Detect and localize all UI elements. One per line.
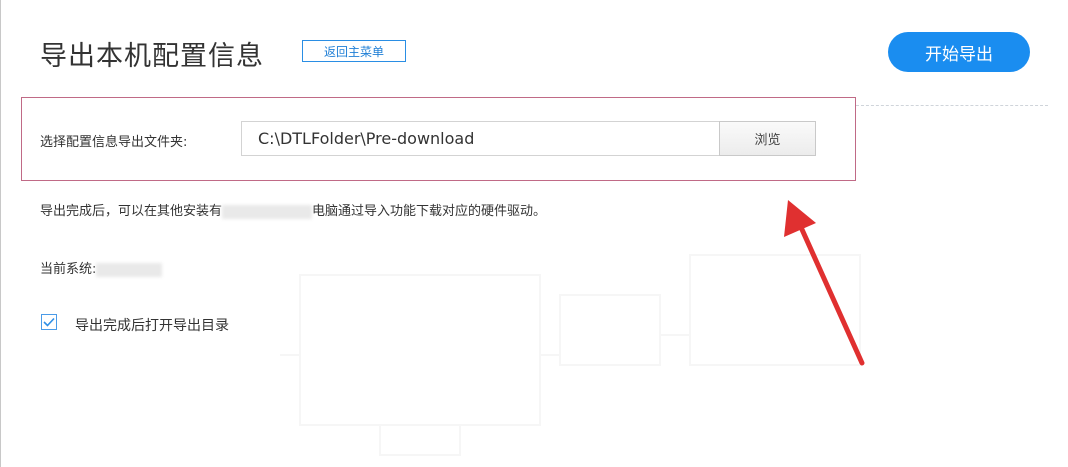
red-arrow-icon xyxy=(784,200,865,366)
current-system-line: 当前系统: xyxy=(40,258,163,277)
export-folder-path-input[interactable] xyxy=(241,121,720,156)
export-info-text-start: 导出完成后，可以在其他安装有 xyxy=(40,204,223,219)
export-info-text: 导出完成后，可以在其他安装有 电脑通过导入功能下载对应的硬件驱动。 xyxy=(40,200,546,219)
window-left-border xyxy=(0,0,1,467)
open-folder-checkbox[interactable] xyxy=(41,314,57,330)
section-divider xyxy=(856,105,1048,106)
back-to-main-menu-button[interactable]: 返回主菜单 xyxy=(302,40,406,62)
current-system-label: 当前系统: xyxy=(40,262,97,277)
redacted-text xyxy=(222,204,313,219)
export-info-text-end: 电脑通过导入功能下载对应的硬件驱动。 xyxy=(312,204,547,219)
start-export-button[interactable]: 开始导出 xyxy=(888,32,1030,72)
open-folder-label: 导出完成后打开导出目录 xyxy=(75,318,229,334)
checkmark-icon xyxy=(43,317,55,327)
page-title: 导出本机配置信息 xyxy=(40,41,264,72)
export-folder-label: 选择配置信息导出文件夹: xyxy=(40,135,188,150)
redacted-system-value xyxy=(96,262,163,277)
browse-button[interactable]: 浏览 xyxy=(719,121,816,156)
